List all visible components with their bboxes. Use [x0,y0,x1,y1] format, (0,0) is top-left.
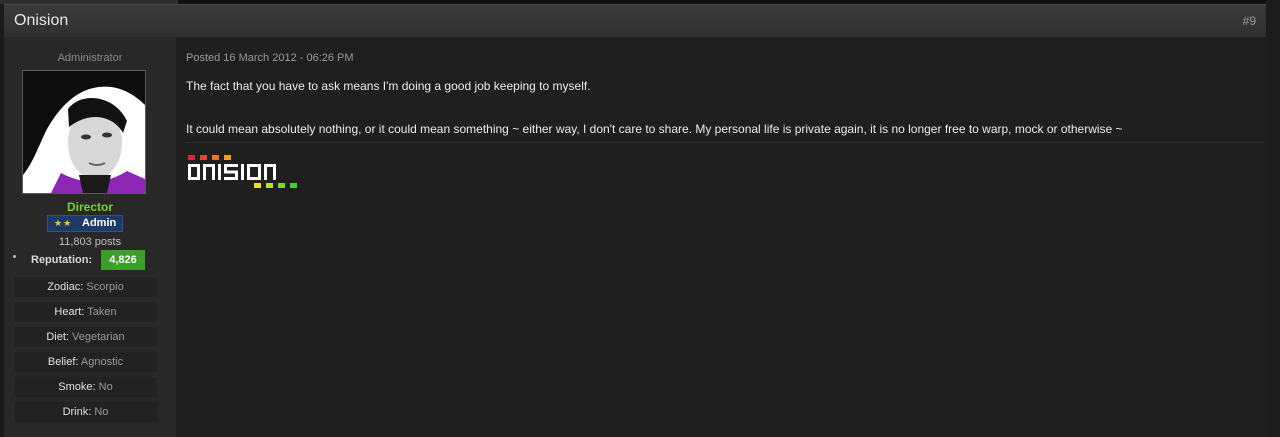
field-value: Vegetarian [72,331,125,343]
field-label: Drink: [62,406,92,418]
author-panel: Administrator Director ★★ Admin 11,803 p… [4,37,176,437]
field-label: Belief: [47,356,79,368]
admin-badge: ★★ Admin [47,215,123,232]
post-date: Posted 16 March 2012 - 06:26 PM [186,52,354,64]
profile-field: Drink: No [14,402,157,422]
field-value: No [98,381,113,393]
post-count: 11,803 posts [58,236,122,248]
color-block [212,155,219,160]
color-block [290,183,297,188]
post-content: Posted 16 March 2012 - 06:26 PM The fact… [176,37,1266,437]
field-label: Heart: [54,306,85,318]
signature-divider [186,142,1264,143]
avatar-image [23,71,145,193]
profile-field: Smoke: No [14,377,157,397]
color-block [224,155,231,160]
group-title: Administrator [57,52,123,64]
profile-field: Belief: Agnostic [14,352,157,372]
profile-field: Heart: Taken [14,302,157,322]
field-value: Agnostic [80,356,124,368]
profile-fields: Zodiac: Scorpio Heart: Taken Diet: Veget… [14,277,157,427]
color-block [254,183,261,188]
avatar[interactable] [22,70,146,194]
color-block [188,155,195,160]
color-block [200,155,207,160]
badge-label: Admin [82,217,117,229]
field-label: Diet: [46,331,69,343]
signature-logo[interactable] [186,154,302,190]
field-value: No [94,406,109,418]
post-number-link[interactable]: #9 [1243,14,1256,28]
thread-title: Onision [14,12,69,29]
post-text-line: It could mean absolutely nothing, or it … [186,122,1123,136]
field-label: Smoke: [58,381,96,393]
post-text-line: The fact that you have to ask means I'm … [186,79,591,93]
profile-field: Zodiac: Scorpio [14,277,157,297]
reputation-value[interactable]: 4,826 [101,250,145,270]
logo-letters [188,164,276,180]
field-value: Taken [87,306,117,318]
stars-icon: ★★ [54,218,73,228]
scrollbar[interactable] [1266,0,1280,437]
reputation-label: Reputation: [31,254,93,266]
field-label: Zodiac: [47,281,84,293]
field-value: Scorpio [86,281,124,293]
color-block [266,183,273,188]
color-block [278,183,285,188]
post-header: Onision #9 [4,4,1266,37]
member-rank: Director [66,200,113,214]
profile-field: Diet: Vegetarian [14,327,157,347]
bullet-icon [13,255,16,258]
